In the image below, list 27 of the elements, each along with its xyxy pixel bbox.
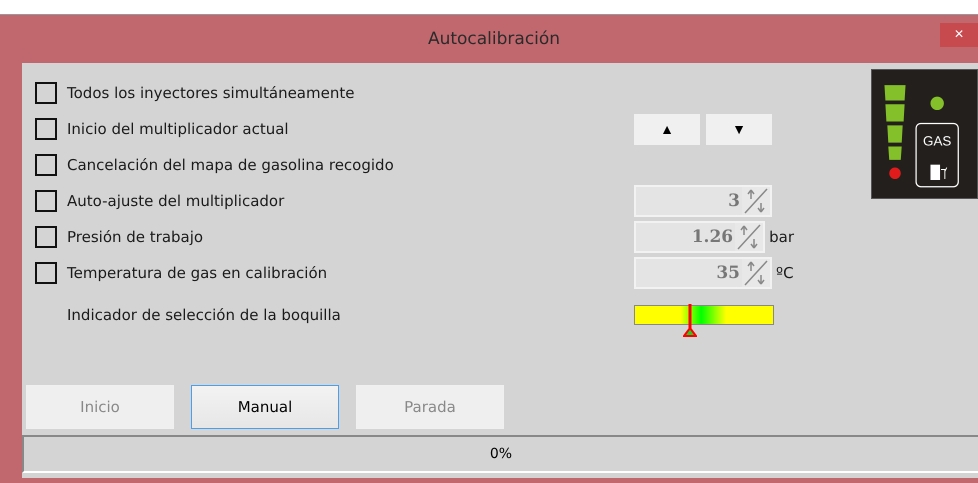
option-label: Inicio del multiplicador actual bbox=[67, 120, 289, 138]
number-field[interactable]: 1.26 bbox=[634, 221, 766, 253]
checkbox[interactable] bbox=[35, 226, 57, 248]
checkbox[interactable] bbox=[35, 262, 57, 284]
option-label: Presión de trabajo bbox=[67, 228, 204, 246]
checkbox[interactable] bbox=[35, 82, 57, 104]
spinner-arrows-icon[interactable] bbox=[742, 187, 770, 215]
option-label: Indicador de selección de la boquilla bbox=[67, 306, 341, 324]
number-field[interactable]: 3 bbox=[634, 185, 772, 217]
spinner-arrows-icon[interactable] bbox=[742, 259, 770, 287]
spinner-arrows-icon[interactable] bbox=[735, 223, 764, 251]
window-title: Autocalibración bbox=[428, 29, 560, 49]
unit-label: ºC bbox=[776, 264, 794, 282]
option-label: Temperatura de gas en calibración bbox=[67, 264, 328, 282]
action-button[interactable]: Manual bbox=[191, 385, 339, 429]
option-label: Auto-ajuste del multiplicador bbox=[67, 192, 284, 210]
arrow-button[interactable]: ▼ bbox=[706, 114, 772, 144]
option-label: Todos los inyectores simultáneamente bbox=[67, 84, 354, 102]
option-label: Cancelación del mapa de gasolina recogido bbox=[67, 156, 394, 174]
gas-status-drawing: GAS bbox=[870, 69, 978, 199]
number-field[interactable]: 35 bbox=[634, 257, 772, 289]
checkbox[interactable] bbox=[35, 190, 57, 212]
close-button[interactable]: × bbox=[940, 23, 978, 47]
arrow-button[interactable]: ▲ bbox=[634, 114, 700, 144]
unit-label: bar bbox=[769, 228, 794, 246]
checkbox[interactable] bbox=[35, 118, 57, 140]
checkbox[interactable] bbox=[35, 154, 57, 176]
